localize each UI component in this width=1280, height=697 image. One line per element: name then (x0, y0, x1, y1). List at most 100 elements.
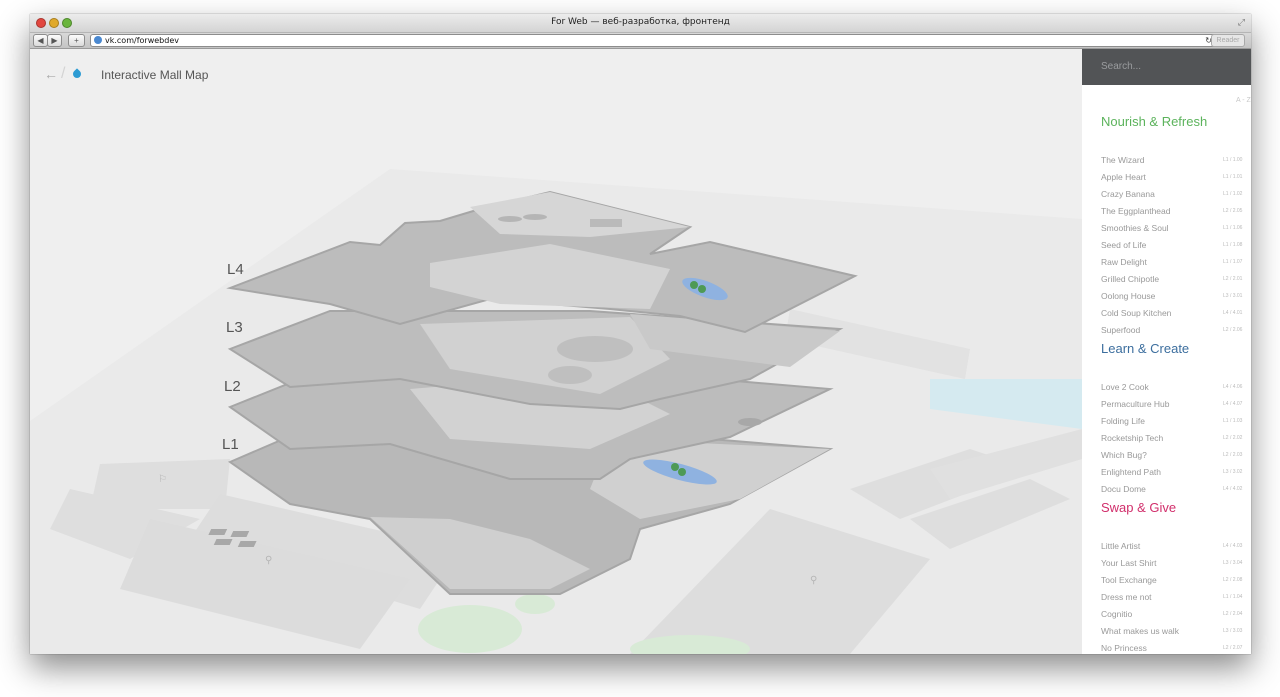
store-location: L1 / 1.00 (1223, 157, 1243, 163)
store-location: L2 / 2.04 (1223, 611, 1243, 617)
store-location: L2 / 2.03 (1223, 452, 1243, 458)
store-location: L3 / 3.03 (1223, 628, 1243, 634)
store-name: Apple Heart (1101, 172, 1146, 182)
level-label-l2[interactable]: L2 (224, 378, 241, 395)
address-bar[interactable]: vk.com/forwebdev ↻ (90, 34, 1217, 47)
fullscreen-icon[interactable]: ⤢ (1238, 17, 1245, 28)
store-name: What makes us walk (1101, 626, 1179, 636)
list-item[interactable]: Rocketship Tech L2 / 2.02 (1101, 433, 1251, 447)
list-item[interactable]: Dress me not L1 / 1.04 (1101, 592, 1251, 606)
store-name: Little Artist (1101, 541, 1141, 551)
store-location: L2 / 2.02 (1223, 435, 1243, 441)
add-bookmark-button[interactable]: + (68, 34, 85, 47)
store-name: The Wizard (1101, 155, 1145, 165)
list-item[interactable]: Seed of Life L1 / 1.08 (1101, 240, 1251, 254)
section-title-swap[interactable]: Swap & Give (1101, 500, 1176, 515)
store-location: L3 / 3.02 (1223, 469, 1243, 475)
globe-icon (94, 36, 102, 44)
store-name: Dress me not (1101, 592, 1152, 602)
list-item[interactable]: No Princess L2 / 2.07 (1101, 643, 1251, 654)
store-location: L4 / 4.06 (1223, 384, 1243, 390)
park (418, 605, 522, 653)
list-item[interactable]: Love 2 Cook L4 / 4.06 (1101, 382, 1251, 396)
store-name: The Eggplanthead (1101, 206, 1171, 216)
store-name: Folding Life (1101, 416, 1145, 426)
store-location: L2 / 2.05 (1223, 208, 1243, 214)
store-name: Rocketship Tech (1101, 433, 1164, 443)
list-item[interactable]: What makes us walk L3 / 3.03 (1101, 626, 1251, 640)
store-location: L2 / 2.06 (1223, 327, 1243, 333)
store-location: L4 / 4.01 (1223, 310, 1243, 316)
title-bar: For Web — веб-разработка, фронтенд ⤢ (30, 14, 1251, 33)
store-location: L1 / 1.07 (1223, 259, 1243, 265)
store-name: Docu Dome (1101, 484, 1146, 494)
reader-button[interactable]: Reader (1211, 34, 1245, 47)
store-location: L2 / 2.01 (1223, 276, 1243, 282)
store-location: L1 / 1.08 (1223, 242, 1243, 248)
store-location: L1 / 1.03 (1223, 418, 1243, 424)
level-label-l1[interactable]: L1 (222, 436, 239, 453)
store-location: L3 / 3.01 (1223, 293, 1243, 299)
page-content: ⚐ ⚲ ⚲ ← / Interactive Mall Map L4 L3 L2 … (30, 49, 1251, 654)
sort-icon[interactable]: A - Z (1236, 97, 1251, 104)
store-location: L4 / 4.03 (1223, 543, 1243, 549)
back-button[interactable]: ◀ (33, 34, 48, 47)
list-item[interactable]: The Wizard L1 / 1.00 (1101, 155, 1251, 169)
page-title: Interactive Mall Map (101, 68, 209, 82)
list-item[interactable]: Grilled Chipotle L2 / 2.01 (1101, 274, 1251, 288)
store-name: Raw Delight (1101, 257, 1147, 267)
list-item[interactable]: Enlightend Path L3 / 3.02 (1101, 467, 1251, 481)
store-name: Permaculture Hub (1101, 399, 1170, 409)
store-name: Your Last Shirt (1101, 558, 1157, 568)
search-input[interactable]: Search... (1101, 61, 1141, 72)
store-name: No Princess (1101, 643, 1147, 653)
store-name: Love 2 Cook (1101, 382, 1149, 392)
separator: / (61, 65, 66, 82)
list-item[interactable]: Crazy Banana L1 / 1.02 (1101, 189, 1251, 203)
forward-button[interactable]: ▶ (47, 34, 62, 47)
back-arrow-icon[interactable]: ← (44, 66, 58, 82)
list-item[interactable]: Permaculture Hub L4 / 4.07 (1101, 399, 1251, 413)
list-item[interactable]: Apple Heart L1 / 1.01 (1101, 172, 1251, 186)
bike-icon: ⚲ (265, 555, 272, 566)
mall-map[interactable]: ⚐ ⚲ ⚲ (30, 49, 1082, 654)
store-name: Crazy Banana (1101, 189, 1155, 199)
store-name: Cognitio (1101, 609, 1133, 619)
store-name: Seed of Life (1101, 240, 1147, 250)
url-text: vk.com/forwebdev (105, 36, 179, 45)
browser-toolbar: ◀ ▶ + vk.com/forwebdev ↻ Reader (30, 33, 1251, 49)
store-location: L4 / 4.02 (1223, 486, 1243, 492)
level-label-l4[interactable]: L4 (227, 261, 244, 278)
store-name: Smoothies & Soul (1101, 223, 1169, 233)
store-location: L1 / 1.01 (1223, 174, 1243, 180)
list-item[interactable]: Little Artist L4 / 4.03 (1101, 541, 1251, 555)
sidebar: Search... A - Z Nourish & Refresh The Wi… (1082, 49, 1251, 654)
store-location: L3 / 3.04 (1223, 560, 1243, 566)
store-name: Enlightend Path (1101, 467, 1162, 477)
list-item[interactable]: Superfood L2 / 2.06 (1101, 325, 1251, 339)
list-item[interactable]: Docu Dome L4 / 4.02 (1101, 484, 1251, 498)
store-location: L4 / 4.07 (1223, 401, 1243, 407)
list-item[interactable]: Which Bug? L2 / 2.03 (1101, 450, 1251, 464)
list-item[interactable]: Oolong House L3 / 3.01 (1101, 291, 1251, 305)
list-item[interactable]: Cognitio L2 / 2.04 (1101, 609, 1251, 623)
store-name: Which Bug? (1101, 450, 1147, 460)
list-item[interactable]: Your Last Shirt L3 / 3.04 (1101, 558, 1251, 572)
store-name: Oolong House (1101, 291, 1156, 301)
store-location: L1 / 1.02 (1223, 191, 1243, 197)
store-location: L2 / 2.07 (1223, 645, 1243, 651)
list-item[interactable]: The Eggplanthead L2 / 2.05 (1101, 206, 1251, 220)
section-title-learn[interactable]: Learn & Create (1101, 341, 1189, 356)
list-item[interactable]: Folding Life L1 / 1.03 (1101, 416, 1251, 430)
list-item[interactable]: Cold Soup Kitchen L4 / 4.01 (1101, 308, 1251, 322)
list-item[interactable]: Tool Exchange L2 / 2.08 (1101, 575, 1251, 589)
browser-window: For Web — веб-разработка, фронтенд ⤢ ◀ ▶… (30, 14, 1251, 654)
store-name: Cold Soup Kitchen (1101, 308, 1172, 318)
list-item[interactable]: Smoothies & Soul L1 / 1.06 (1101, 223, 1251, 237)
list-item[interactable]: Raw Delight L1 / 1.07 (1101, 257, 1251, 271)
store-location: L1 / 1.04 (1223, 594, 1243, 600)
section-title-nourish[interactable]: Nourish & Refresh (1101, 114, 1207, 129)
search-box[interactable]: Search... (1082, 49, 1251, 85)
level-label-l3[interactable]: L3 (226, 319, 243, 336)
window-title: For Web — веб-разработка, фронтенд (551, 17, 730, 27)
